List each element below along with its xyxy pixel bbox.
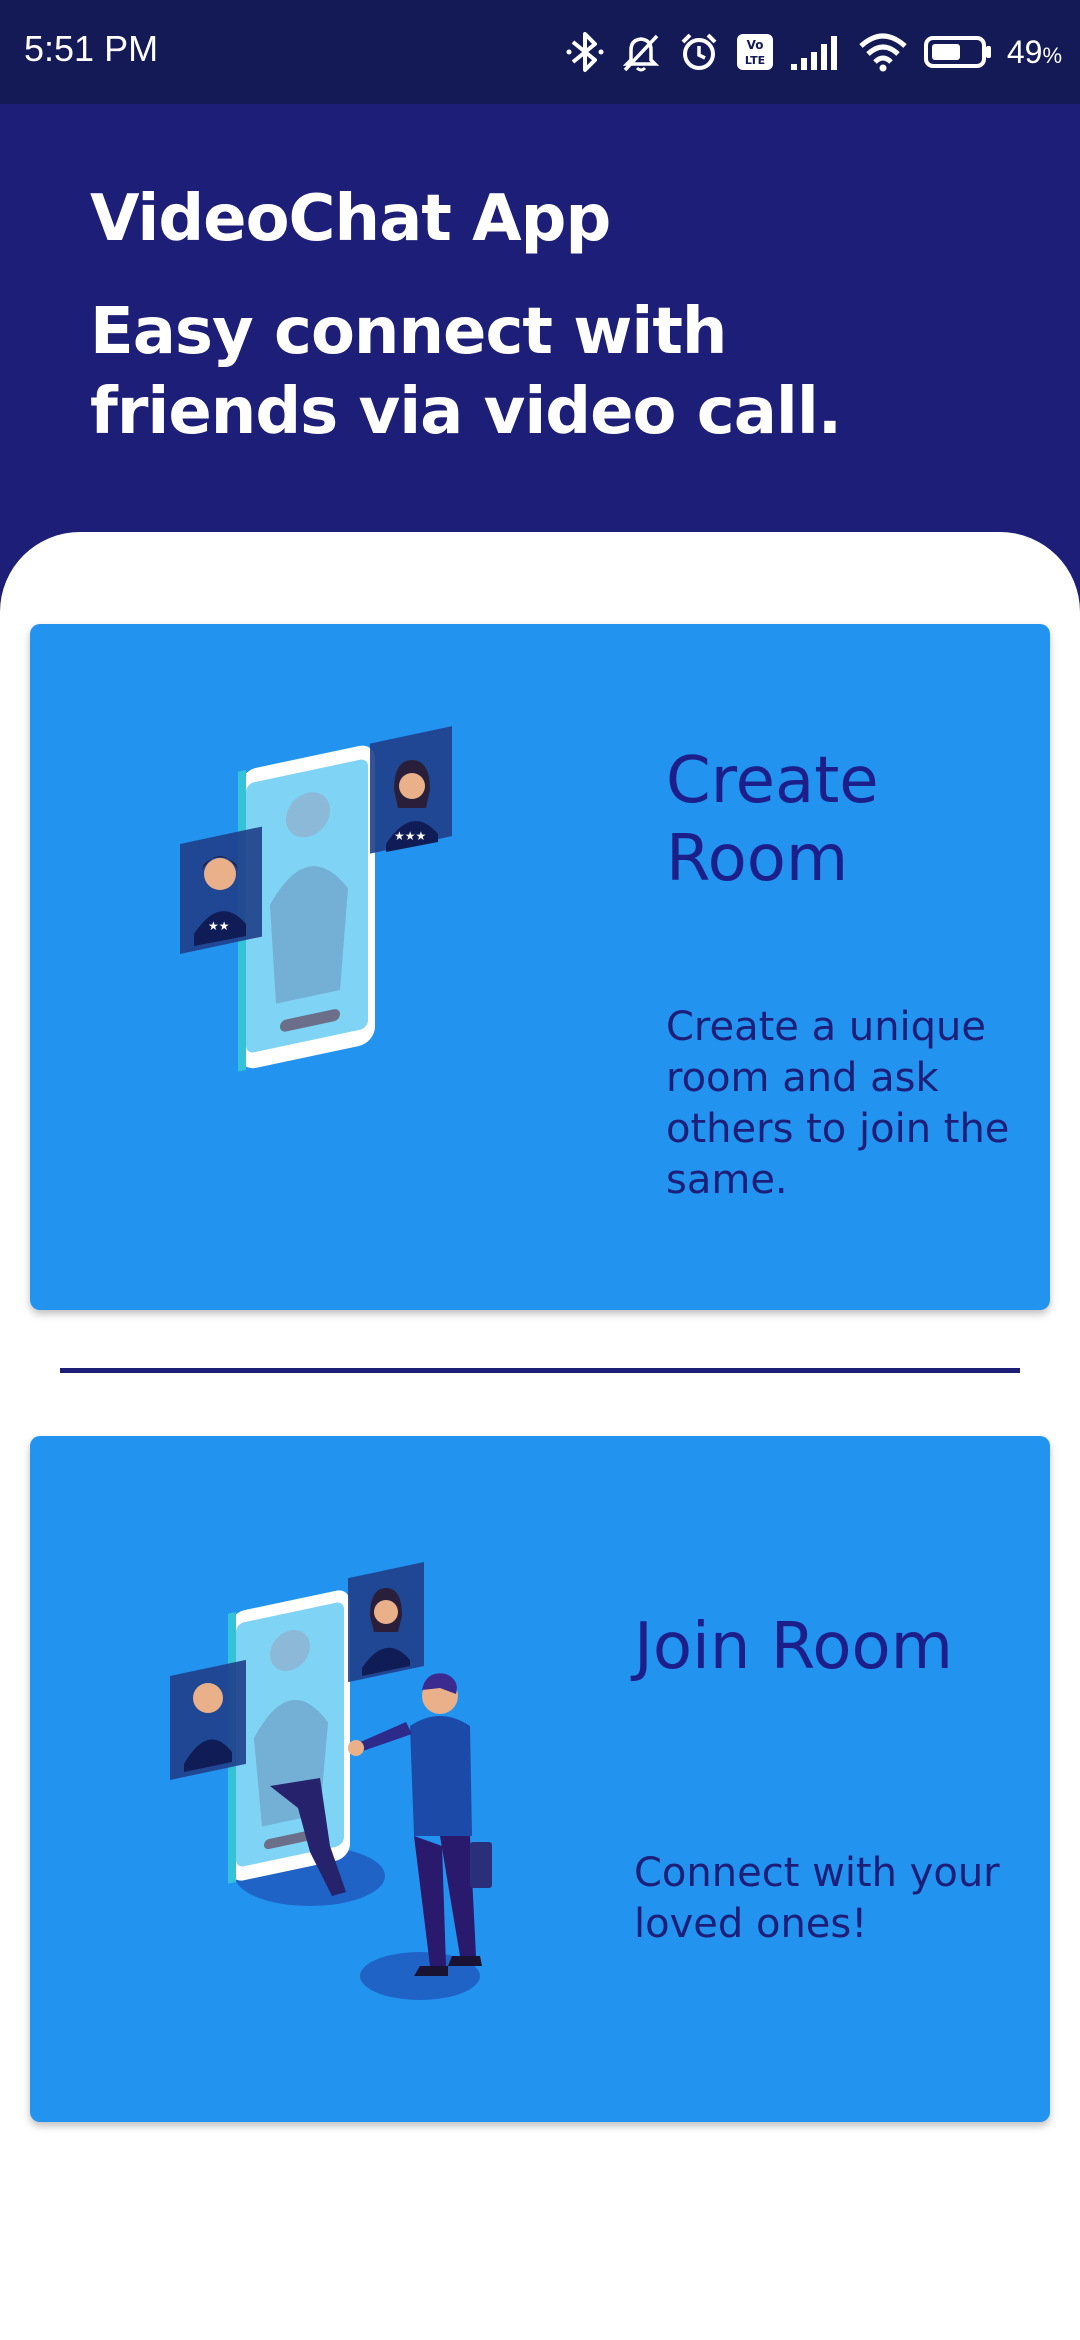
create-room-card[interactable]: ★★★ ★★ Create Room Create a unique room … bbox=[30, 624, 1050, 1310]
svg-text:★★★: ★★★ bbox=[394, 829, 426, 843]
svg-text:★★: ★★ bbox=[208, 919, 230, 933]
status-icons: Vo LTE 49% bbox=[565, 22, 1062, 82]
battery-icon bbox=[923, 33, 993, 71]
battery-percent: 49 bbox=[1006, 33, 1043, 70]
volte-icon: Vo LTE bbox=[735, 32, 775, 72]
status-time: 5:51 PM bbox=[24, 28, 159, 69]
section-divider bbox=[60, 1368, 1020, 1373]
svg-text:LTE: LTE bbox=[745, 54, 765, 67]
join-room-title: Join Room bbox=[634, 1610, 953, 1684]
bluetooth-icon bbox=[565, 30, 605, 74]
alarm-icon bbox=[677, 30, 721, 74]
battery-percent-sign: % bbox=[1042, 42, 1062, 68]
wifi-icon bbox=[857, 32, 909, 72]
app-title: VideoChat App bbox=[90, 182, 611, 256]
create-room-description: Create a unique room and ask others to j… bbox=[666, 1004, 1010, 1203]
join-room-description: Connect with your loved ones! bbox=[634, 1850, 1000, 1947]
signal-icon bbox=[789, 32, 843, 72]
status-bar: 5:51 PM Vo LTE 49% bbox=[0, 0, 1080, 104]
handshake-illustration bbox=[170, 1546, 550, 2006]
join-room-card[interactable]: Join Room Connect with your loved ones! bbox=[30, 1436, 1050, 2122]
mute-icon bbox=[619, 30, 663, 74]
app-subtitle: Easy connect with friends via video call… bbox=[90, 295, 842, 449]
battery-level: 49% bbox=[1007, 34, 1062, 71]
svg-text:Vo: Vo bbox=[746, 38, 763, 52]
create-room-title: Create Room bbox=[666, 744, 879, 896]
video-call-illustration: ★★★ ★★ bbox=[180, 724, 510, 1084]
